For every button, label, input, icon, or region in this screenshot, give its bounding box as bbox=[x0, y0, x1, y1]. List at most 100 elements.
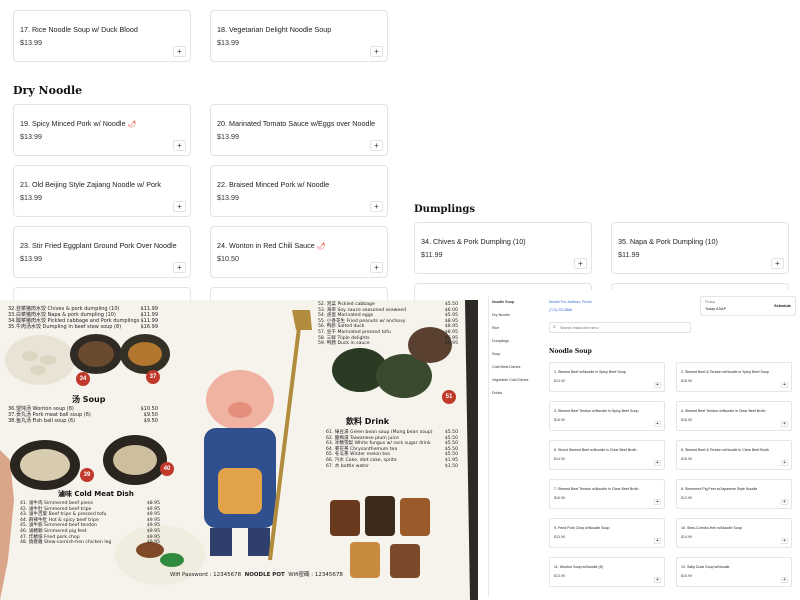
search-input[interactable] bbox=[560, 324, 688, 332]
add-to-cart-button[interactable]: + bbox=[370, 140, 383, 151]
item-name: 17. Rice Noodle Soup w/ Duck Blood bbox=[20, 25, 138, 34]
menu-item-card[interactable]: 11. Wonton Soup w/Noodle (8) $13.99 + bbox=[549, 557, 665, 587]
add-to-cart-button[interactable]: + bbox=[781, 382, 788, 388]
menu-item-card[interactable]: 8. Simmered Pig Feet w/Japanese Style No… bbox=[676, 479, 792, 509]
spicy-icon: 🌶 bbox=[127, 121, 137, 128]
add-to-cart-button[interactable]: + bbox=[173, 262, 186, 273]
add-to-cart-button[interactable]: + bbox=[173, 46, 186, 57]
menu-item-card[interactable]: 2. Stewed Beef & Tendon w/Noodle in Spic… bbox=[676, 362, 792, 392]
sidebar-item-rice[interactable]: Rice bbox=[492, 326, 499, 330]
add-to-cart-button[interactable]: + bbox=[771, 258, 784, 269]
menu-item-card[interactable]: 6. Stewed Beef & Tendon w/Noodle in Clea… bbox=[676, 440, 792, 470]
sidebar-divider bbox=[488, 296, 489, 596]
pickup-time-selector[interactable]: Pickup Today ASAP Schedule bbox=[700, 296, 796, 316]
item-name: 2. Stewed Beef & Tendon w/Noodle in Spic… bbox=[681, 370, 769, 374]
sidebar-item-dumplings[interactable]: Dumplings bbox=[492, 339, 509, 343]
item-price: $16.50 bbox=[681, 418, 692, 422]
add-to-cart-button[interactable]: + bbox=[173, 201, 186, 212]
menu-item-card[interactable]: 35. Napa & Pork Dumpling (10) $11.99 + bbox=[611, 222, 789, 274]
add-to-cart-button[interactable]: + bbox=[781, 460, 788, 466]
item-name: 6. Stewed Beef & Tendon w/Noodle in Clea… bbox=[681, 448, 769, 452]
sidebar-item-noodle-soup[interactable]: Noodle Soup bbox=[492, 300, 514, 304]
add-to-cart-button[interactable]: + bbox=[781, 538, 788, 544]
item-price: $14.50 bbox=[554, 379, 565, 383]
sidebar-item-vegetable-cold[interactable]: Vegetable Cold Dishes bbox=[492, 378, 528, 382]
item-price: $13.99 bbox=[217, 193, 239, 202]
add-to-cart-button[interactable]: + bbox=[781, 499, 788, 505]
item-price: $13.99 bbox=[20, 38, 42, 47]
add-to-cart-button[interactable]: + bbox=[370, 46, 383, 57]
cold-meat-title: 滷味 Cold Meat Dish bbox=[58, 490, 134, 498]
item-name: 24. Wonton in Red Chili Sauce 🌶 bbox=[217, 241, 326, 250]
menu-item-card[interactable]: 10. Stew-Cornish-Hen w/Noodle Soup $14.9… bbox=[676, 518, 792, 548]
menu-item-card[interactable]: 21. Old Beijing Style Zajiang Noodle w/ … bbox=[13, 165, 191, 217]
restaurant-address[interactable]: Noodle Pot, Address, Phone bbox=[549, 300, 592, 304]
add-to-cart-button[interactable]: + bbox=[654, 577, 661, 583]
sidebar-item-cold-meat[interactable]: Cold Meat Dishes bbox=[492, 365, 520, 369]
side-dish-price-list: 52. 泡菜 Pickled cabbage $5.50 53. 海带 Soy … bbox=[318, 302, 458, 347]
add-to-cart-button[interactable]: + bbox=[654, 382, 661, 388]
menu-item-card[interactable]: 18. Vegetarian Delight Noodle Soup $13.9… bbox=[210, 10, 388, 62]
schedule-button[interactable]: Schedule bbox=[774, 304, 791, 308]
sidebar-item-dry-noodle[interactable]: Dry Noodle bbox=[492, 313, 510, 317]
dumpling-price-list: 32.韭菜猪肉水饺 Chives & pork dumpling (10) $1… bbox=[8, 306, 158, 330]
item-name: 34. Chives & Pork Dumpling (10) bbox=[421, 237, 526, 246]
item-price: $14.50 bbox=[554, 457, 565, 461]
item-name: 7. Stewed Beef Tendon w/Noodle in Clear … bbox=[554, 487, 639, 491]
add-to-cart-button[interactable]: + bbox=[654, 499, 661, 505]
add-to-cart-button[interactable]: + bbox=[654, 460, 661, 466]
menu-item-card[interactable]: 12. Salty Duck Soup w/Noodle $15.99 + bbox=[676, 557, 792, 587]
add-to-cart-button[interactable]: + bbox=[574, 258, 587, 269]
item-name: 35. Napa & Pork Dumpling (10) bbox=[618, 237, 718, 246]
item-price: $13.99 bbox=[20, 193, 42, 202]
menu-item-card[interactable]: 22. Braised Minced Pork w/ Noodle $13.99… bbox=[210, 165, 388, 217]
item-price: $15.99 bbox=[681, 574, 692, 578]
item-name: 5. Sliced Stewed Beef w/Noodle in Clear … bbox=[554, 448, 637, 452]
menu-item-card[interactable]: 17. Rice Noodle Soup w/ Duck Blood $13.9… bbox=[13, 10, 191, 62]
sidebar-item-soup[interactable]: Soup bbox=[492, 352, 500, 356]
dish-number-badge: 40 bbox=[160, 462, 174, 476]
section-title-dumplings: Dumplings bbox=[414, 204, 476, 215]
add-to-cart-button[interactable]: + bbox=[654, 538, 661, 544]
restaurant-phone[interactable]: (713) 222-8888 bbox=[549, 308, 572, 312]
add-to-cart-button[interactable]: + bbox=[173, 140, 186, 151]
search-bar[interactable]: ⌕ bbox=[549, 322, 691, 333]
dish-number-badge: 37 bbox=[146, 370, 160, 384]
menu-item-card[interactable]: 4. Stewed Beef Tendon w/Noodle in Clear … bbox=[676, 401, 792, 431]
item-name: 4. Stewed Beef Tendon w/Noodle in Clear … bbox=[681, 409, 766, 413]
section-title-dry-noodle: Dry Noodle bbox=[13, 84, 83, 97]
add-to-cart-button[interactable]: + bbox=[654, 421, 661, 427]
pickup-label: Pickup bbox=[705, 300, 716, 304]
menu-item-card[interactable]: 20. Marinated Tomato Sauce w/Eggs over N… bbox=[210, 104, 388, 156]
menu-item-card[interactable]: 34. Chives & Pork Dumpling (10) $11.99 + bbox=[414, 222, 592, 274]
item-name: 21. Old Beijing Style Zajiang Noodle w/ … bbox=[20, 180, 162, 189]
add-to-cart-button[interactable]: + bbox=[370, 201, 383, 212]
add-to-cart-button[interactable]: + bbox=[370, 262, 383, 273]
item-price: $13.99 bbox=[681, 496, 692, 500]
drink-title: 飲料 Drink bbox=[346, 417, 390, 426]
add-to-cart-button[interactable]: + bbox=[781, 577, 788, 583]
item-name: 10. Stew-Cornish-Hen w/Noodle Soup bbox=[681, 526, 742, 530]
menu-item-card[interactable]: 3. Stewed Beef Tendon w/Noodle in Spicy … bbox=[549, 401, 665, 431]
item-name: 8. Simmered Pig Feet w/Japanese Style No… bbox=[681, 487, 758, 491]
price-row: 48. 燒春雞 Stew-cornish-hen chicken leg $9.… bbox=[20, 540, 160, 546]
menu-item-card[interactable]: 1. Stewed Beef w/Noodle in Spicy Beef So… bbox=[549, 362, 665, 392]
item-price: $16.50 bbox=[681, 457, 692, 461]
menu-item-card[interactable]: 9. Fried Pork Chop w/Noodle Soup $13.99 … bbox=[549, 518, 665, 548]
drink-price-list: 61. 綠豆湯 Green bean soup (Mung bean soup)… bbox=[326, 430, 458, 469]
menu-item-card[interactable]: 19. Spicy Minced Pork w/ Noodle 🌶 $13.99… bbox=[13, 104, 191, 156]
item-name: 23. Stir Fried Eggplant Ground Pork Over… bbox=[20, 241, 177, 250]
section-title-noodle-soup: Noodle Soup bbox=[549, 348, 592, 355]
item-price: $13.99 bbox=[217, 132, 239, 141]
menu-item-card[interactable]: 5. Sliced Stewed Beef w/Noodle in Clear … bbox=[549, 440, 665, 470]
item-name: 19. Spicy Minced Pork w/ Noodle 🌶 bbox=[20, 119, 137, 128]
sidebar-item-drinks[interactable]: Drinks bbox=[492, 391, 502, 395]
item-name: 1. Stewed Beef w/Noodle in Spicy Beef So… bbox=[554, 370, 626, 374]
item-price: $14.99 bbox=[681, 535, 692, 539]
add-to-cart-button[interactable]: + bbox=[781, 421, 788, 427]
menu-item-card[interactable]: 7. Stewed Beef Tendon w/Noodle in Clear … bbox=[549, 479, 665, 509]
spicy-icon: 🌶 bbox=[316, 243, 326, 250]
menu-item-card[interactable]: 23. Stir Fried Eggplant Ground Pork Over… bbox=[13, 226, 191, 278]
menu-item-card[interactable]: 24. Wonton in Red Chili Sauce 🌶 $10.50 + bbox=[210, 226, 388, 278]
menu-photo: 32.韭菜猪肉水饺 Chives & pork dumpling (10) $1… bbox=[0, 300, 478, 600]
